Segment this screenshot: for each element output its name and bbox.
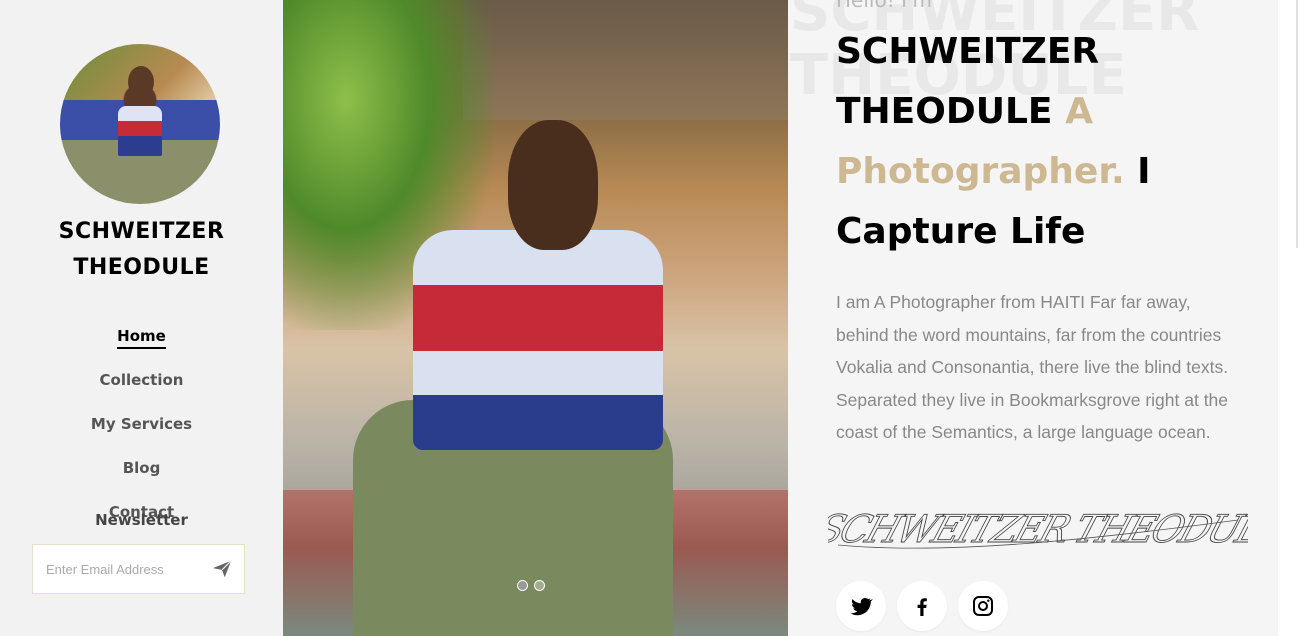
nav-item-collection[interactable]: Collection <box>0 366 283 410</box>
nav-item-label: Home <box>117 325 166 349</box>
nav-item-home[interactable]: Home <box>0 322 283 366</box>
avatar <box>60 44 220 204</box>
slider-dots <box>517 578 551 596</box>
instagram-button[interactable] <box>958 581 1008 631</box>
right-gutter <box>1278 0 1299 636</box>
newsletter-title: Newsletter <box>95 511 188 529</box>
avatar-torso <box>118 106 162 156</box>
hero-photo <box>283 0 788 636</box>
headline: SCHWEITZER THEODULE A Photographer. I Ca… <box>836 22 1236 262</box>
signature-image: SCHWEITZER THEODULE <box>828 507 1248 552</box>
twitter-button[interactable] <box>836 581 886 631</box>
twitter-icon <box>850 597 873 616</box>
intro-panel: SCHWEITZER THEODULE Hello! I'm SCHWEITZE… <box>788 0 1278 636</box>
instagram-icon <box>973 596 993 616</box>
avatar-head <box>128 66 154 98</box>
email-input[interactable] <box>33 545 203 593</box>
slider-dot-2[interactable] <box>534 580 545 591</box>
nav-item-label: My Services <box>90 415 193 433</box>
photo-person-body <box>413 230 663 450</box>
nav-item-label: Blog <box>122 459 161 477</box>
photo-person-head <box>508 120 598 250</box>
facebook-button[interactable] <box>897 581 947 631</box>
signature-text: SCHWEITZER THEODULE <box>828 508 1248 552</box>
facebook-icon <box>917 598 927 616</box>
scrollbar[interactable] <box>1296 0 1298 248</box>
newsletter-form <box>32 544 245 594</box>
bio-text: I am A Photographer from HAITI Far far a… <box>836 292 1229 442</box>
nav-item-my-services[interactable]: My Services <box>0 410 283 454</box>
social-links <box>836 581 1019 636</box>
nav-item-blog[interactable]: Blog <box>0 454 283 498</box>
sidebar: SCHWEITZER THEODULE Home Collection My S… <box>0 0 283 636</box>
greeting: Hello! I'm <box>836 0 932 12</box>
site-name[interactable]: SCHWEITZER THEODULE <box>0 214 283 286</box>
main-nav: Home Collection My Services Blog Contact <box>0 322 283 542</box>
headline-name: SCHWEITZER THEODULE <box>836 31 1100 132</box>
photo-roof <box>463 0 788 120</box>
paper-plane-icon[interactable] <box>210 558 234 580</box>
slider-dot-1[interactable] <box>517 580 528 591</box>
nav-item-label: Collection <box>99 371 184 389</box>
